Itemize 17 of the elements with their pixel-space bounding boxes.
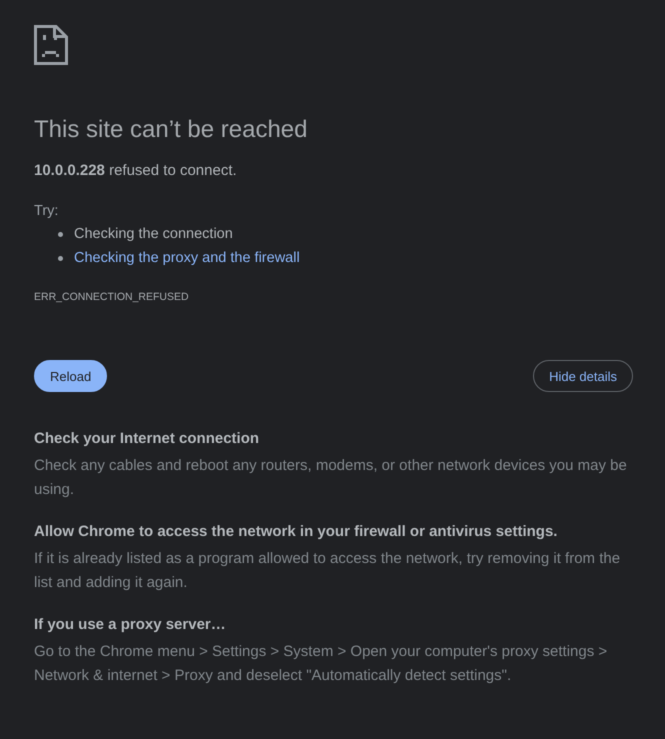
bullet-icon (58, 256, 63, 260)
bullet-icon (58, 232, 63, 236)
detail-heading: If you use a proxy server… (34, 615, 227, 635)
detail-text: If it is already listed as a program allowed to access the network, try removing it from the list and adding it again. (34, 549, 622, 593)
detail-text: Check any cables and reboot any routers, modems, or other network devices you may be using. (34, 456, 628, 500)
reload-button[interactable]: Reload (34, 360, 108, 392)
suggestion-text: Checking the connection (74, 226, 233, 242)
details-button[interactable]: Hide details (533, 360, 633, 392)
detail-heading: Allow Chrome to access the network in your firewall or antivirus settings. (34, 522, 558, 542)
suggestion-link[interactable]: Checking the proxy and the firewall (74, 250, 300, 266)
error-heading: This site can’t be reached (34, 115, 308, 145)
error-message: 10.0.0.228 refused to connect. (34, 161, 238, 181)
sad-page-icon (34, 25, 68, 65)
detail-heading: Check your Internet connection (34, 429, 260, 449)
error-code: ERR_CONNECTION_REFUSED (34, 290, 190, 305)
detail-text: Go to the Chrome menu > Settings > System > Open your computer's proxy settings > Network & internet > Proxy and deselect "Automatically detect settings". (34, 642, 608, 686)
try-label: Try: (34, 202, 60, 221)
